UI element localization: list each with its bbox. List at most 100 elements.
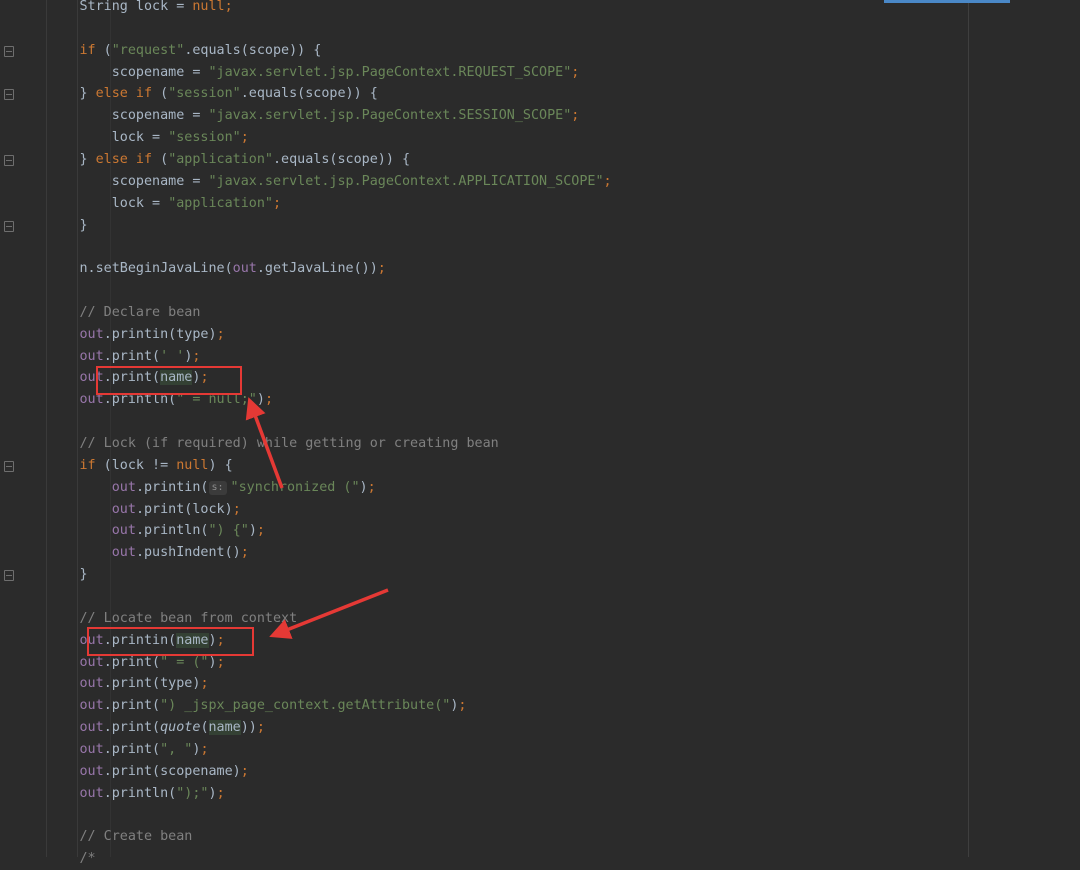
code-token: out	[79, 348, 104, 364]
code-line: } else if ("application".equals(scope)) …	[15, 149, 410, 171]
code-line: out.println(") {");	[15, 520, 265, 542]
code-token: ;	[216, 785, 225, 801]
code-token: "application"	[168, 151, 273, 167]
code-token: ;	[377, 261, 386, 277]
code-line: scopename = "javax.servlet.jsp.PageConte…	[15, 171, 612, 193]
code-token: .print(	[103, 698, 161, 714]
code-token: out	[79, 763, 104, 779]
code-token: .equals(scope)) {	[273, 151, 411, 167]
code-token: if	[79, 42, 96, 58]
code-token: out	[79, 676, 104, 692]
code-token: name	[208, 720, 241, 736]
code-token: ;	[200, 370, 209, 386]
code-token: .println(	[135, 523, 209, 539]
code-token: ;	[216, 632, 225, 648]
code-token: .print(	[103, 348, 161, 364]
fold-marker-icon[interactable]	[4, 154, 14, 166]
code-line: scopename = "javax.servlet.jsp.PageConte…	[15, 62, 580, 84]
code-token: " = ("	[160, 654, 209, 670]
code-line: lock = "application";	[15, 193, 281, 215]
code-line: lock = "session";	[15, 127, 249, 149]
code-token: ' '	[160, 348, 185, 364]
code-token: .printin(	[135, 479, 209, 495]
code-token: .print(scopename)	[103, 763, 241, 779]
code-line: out.printin(s: "synchronized (");	[15, 477, 376, 499]
code-token: ;	[264, 392, 273, 408]
code-token: name	[160, 370, 193, 386]
code-token: ;	[240, 130, 249, 146]
code-line: out.print(" = (");	[15, 652, 225, 674]
code-token: ") {"	[208, 523, 249, 539]
code-token: (	[95, 42, 112, 58]
code-line: // Declare bean	[15, 302, 200, 324]
code-token: )	[256, 392, 265, 408]
code-token: )	[208, 785, 217, 801]
code-token: ;	[224, 0, 233, 14]
code-line: out.print(", ");	[15, 739, 209, 761]
code-token: scopename =	[15, 108, 209, 124]
code-token: n.setBeginJavaLine(	[15, 261, 233, 277]
code-line: out.print(name);	[15, 367, 209, 389]
code-token: ;	[571, 64, 580, 80]
code-token: }	[15, 217, 88, 233]
code-token: .printin(	[103, 632, 177, 648]
code-line: out.print(type);	[15, 673, 209, 695]
code-token: "request"	[111, 42, 185, 58]
code-token: .print(	[103, 654, 161, 670]
code-token: // Lock (if required) while getting or c…	[15, 436, 499, 451]
code-token: "application"	[168, 195, 273, 211]
code-line: n.setBeginJavaLine(out.getJavaLine());	[15, 258, 386, 280]
code-token: /*	[15, 851, 96, 867]
code-token: (	[152, 86, 169, 102]
code-token: out	[79, 326, 104, 342]
code-token: "javax.servlet.jsp.PageContext.SESSION_S…	[208, 108, 572, 124]
code-token: }	[15, 86, 96, 102]
code-token: )	[248, 523, 257, 539]
code-token: (lock !=	[95, 457, 177, 473]
code-token: ;	[571, 108, 580, 124]
code-token: .pushIndent()	[135, 545, 241, 561]
fold-marker-icon[interactable]	[4, 45, 14, 57]
code-line: // Locate bean from context	[15, 608, 297, 630]
code-token: out	[79, 654, 104, 670]
code-token: .equals(scope)) {	[184, 42, 322, 58]
code-token: ;	[200, 676, 209, 692]
code-token: "javax.servlet.jsp.PageContext.APPLICATI…	[208, 173, 604, 189]
code-token: out	[232, 261, 257, 277]
code-token: ;	[216, 326, 225, 342]
code-token: "session"	[168, 130, 241, 146]
code-token: .printin(type)	[103, 326, 217, 342]
code-token: // Declare bean	[15, 304, 201, 320]
code-token: }	[15, 567, 88, 583]
fold-marker-icon[interactable]	[4, 220, 14, 232]
code-token: out	[111, 501, 136, 517]
code-token: .println(	[103, 392, 177, 408]
code-line: out.print(lock);	[15, 499, 241, 521]
fold-marker-icon[interactable]	[4, 89, 14, 101]
fold-marker-icon[interactable]	[4, 460, 14, 472]
code-line: out.print(scopename);	[15, 761, 249, 783]
code-token: )	[359, 479, 368, 495]
code-token: " = null;"	[176, 392, 257, 408]
code-line: out.print(") _jspx_page_context.getAttri…	[15, 695, 467, 717]
code-editor[interactable]: String lock = null; if ("request".equals…	[0, 0, 1080, 866]
code-line: out.print(' ');	[15, 346, 201, 368]
code-token: ");"	[176, 785, 209, 801]
code-token: )	[208, 632, 217, 648]
code-token: .print(	[103, 720, 161, 736]
code-token: out	[111, 545, 136, 561]
code-token: out	[79, 720, 104, 736]
code-line: out.print(quote(name));	[15, 717, 265, 739]
code-token: ;	[200, 741, 209, 757]
code-token: scopename =	[15, 64, 209, 80]
code-token: ;	[273, 195, 282, 211]
code-line: // Create bean	[15, 826, 192, 848]
fold-marker-icon[interactable]	[4, 570, 14, 582]
code-line: out.println(" = null;");	[15, 389, 274, 411]
